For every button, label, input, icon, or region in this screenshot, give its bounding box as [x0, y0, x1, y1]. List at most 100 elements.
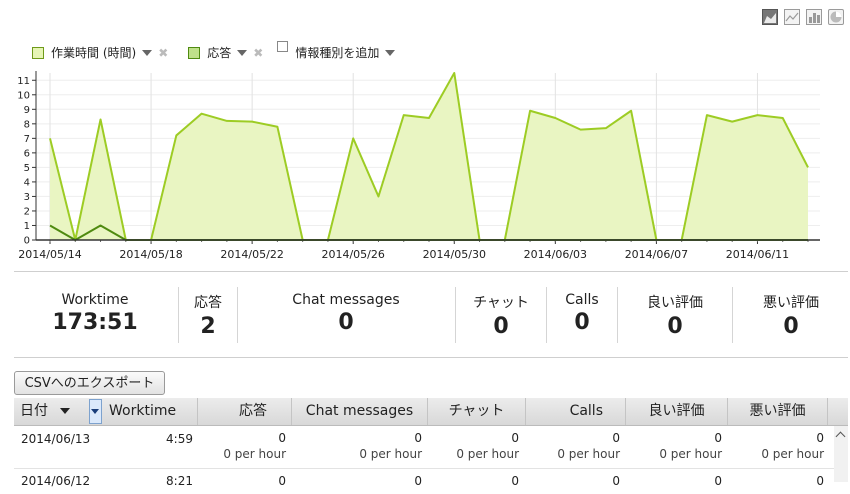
row-date: 2014/06/13	[21, 432, 91, 446]
legend-dropdown-responses-icon[interactable]	[237, 49, 248, 56]
x-tick-label: 2014/05/18	[119, 248, 182, 261]
column-header-chats[interactable]: チャット	[428, 398, 526, 425]
y-tick-label: 2	[24, 206, 30, 217]
cell-rate: 0 per hour	[761, 447, 824, 461]
column-header-calls[interactable]: Calls	[526, 398, 626, 425]
legend-dropdown-worktime-icon[interactable]	[142, 49, 153, 56]
stat-divider	[546, 287, 547, 343]
column-menu-button[interactable]	[89, 399, 102, 424]
legend-remove-responses-icon[interactable]: ✖	[253, 46, 263, 60]
stat-bad-ratings: 悪い評価 0	[734, 285, 848, 343]
stat-label: 良い評価	[647, 295, 703, 311]
add-info-type-dropdown-icon[interactable]	[385, 49, 396, 56]
cell-rate: 0 per hour	[456, 447, 519, 461]
column-header-worktime[interactable]: Worktime	[103, 398, 198, 425]
y-tick-label: 7	[24, 134, 30, 145]
column-header-good-ratings[interactable]: 良い評価	[626, 398, 728, 425]
cell-bad-ratings: 0 0 per hour	[728, 430, 824, 462]
cell-good-ratings: 0	[714, 474, 722, 488]
cell-bad-ratings: 0	[816, 474, 824, 488]
cell-responses: 0 0 per hour	[198, 430, 286, 462]
cell-rate: 0 per hour	[223, 447, 286, 461]
stat-value: 0	[667, 314, 683, 339]
scroll-up-icon[interactable]	[835, 431, 846, 442]
row-date: 2014/06/12	[21, 474, 91, 488]
y-tick-label: 3	[24, 192, 30, 203]
cell-value: 0	[612, 431, 620, 445]
stat-label: Calls	[565, 292, 599, 308]
cell-chats: 0 0 per hour	[428, 430, 519, 462]
y-tick-label: 0	[24, 236, 30, 247]
csv-export-button[interactable]: CSVへのエクスポート	[14, 371, 165, 395]
series-area-worktime	[50, 73, 808, 240]
stat-value: 0	[493, 314, 509, 339]
worktime-area-chart: 0 1 2 3 4 5 6 7 8 9 10 11 2014/05/14 2014/05/18 2014/0…	[17, 71, 820, 261]
column-header-bad-ratings[interactable]: 悪い評価	[728, 398, 828, 425]
row-worktime: 8:21	[166, 474, 193, 488]
stat-calls: Calls 0	[548, 285, 616, 343]
cell-chat-messages: 0 0 per hour	[292, 430, 422, 462]
stat-divider	[732, 287, 733, 343]
cell-value: 0	[278, 431, 286, 445]
legend-label-worktime[interactable]: 作業時間 (時間)	[51, 44, 136, 61]
column-header-chat-messages[interactable]: Chat messages	[292, 398, 428, 425]
x-tick-label: 2014/05/14	[18, 248, 81, 261]
y-tick-label: 9	[24, 105, 30, 116]
y-tick-label: 11	[17, 76, 30, 87]
summary-divider	[14, 357, 848, 358]
cell-value: 0	[714, 431, 722, 445]
area-chart-icon[interactable]	[762, 9, 778, 25]
chevron-down-icon	[91, 409, 99, 414]
column-header-label: 日付	[20, 403, 48, 419]
legend-remove-worktime-icon[interactable]: ✖	[158, 46, 168, 60]
stat-label: チャット	[473, 295, 529, 311]
stat-divider	[178, 287, 179, 343]
table-row[interactable]: 2014/06/13 4:59 0 0 per hour 0 0 per hou…	[14, 430, 834, 469]
stat-chat-messages: Chat messages 0	[239, 285, 453, 343]
cell-value: 0	[414, 431, 422, 445]
stat-label: 悪い評価	[763, 295, 819, 311]
stat-value: 0	[574, 310, 590, 335]
cell-value: 0	[816, 431, 824, 445]
stat-divider	[617, 287, 618, 343]
y-tick-label: 6	[24, 148, 30, 159]
row-worktime: 4:59	[166, 432, 193, 446]
table-scrollbar[interactable]	[834, 426, 848, 482]
stat-chats: チャット 0	[457, 285, 545, 343]
add-info-type-checkbox[interactable]	[277, 41, 289, 52]
x-tick-label: 2014/06/07	[625, 248, 688, 261]
y-tick-label: 5	[24, 163, 30, 174]
cell-calls: 0	[612, 474, 620, 488]
bar-chart-icon[interactable]	[806, 9, 822, 25]
y-tick-label: 8	[24, 119, 30, 130]
cell-chats: 0	[511, 474, 519, 488]
cell-responses: 0	[278, 474, 286, 488]
pie-chart-icon[interactable]	[828, 9, 844, 25]
legend-label-responses[interactable]: 応答	[207, 44, 231, 61]
table-row[interactable]: 2014/06/12 8:21 0 0 0 0 0 0	[14, 474, 834, 494]
add-info-type-label[interactable]: 情報種別を追加	[295, 44, 379, 61]
cell-rate: 0 per hour	[557, 447, 620, 461]
cell-good-ratings: 0 0 per hour	[626, 430, 722, 462]
stat-divider	[237, 287, 238, 343]
column-header-date[interactable]: 日付	[14, 398, 90, 425]
summary-stats: Worktime 173:51 応答 2 Chat messages 0 チャッ…	[14, 285, 848, 343]
stat-label: Worktime	[61, 292, 129, 308]
cell-chat-messages: 0	[414, 474, 422, 488]
x-tick-label: 2014/05/22	[220, 248, 283, 261]
y-tick-label: 4	[24, 177, 30, 188]
stat-label: 応答	[194, 295, 222, 311]
cell-value: 0	[511, 431, 519, 445]
column-header-responses[interactable]: 応答	[198, 398, 292, 425]
chart-legend: 作業時間 (時間) ✖ 応答 ✖ 情報種別を追加	[32, 41, 401, 61]
stat-divider	[455, 287, 456, 343]
line-chart-icon[interactable]	[784, 9, 800, 25]
stat-responses: 応答 2	[180, 285, 236, 343]
stat-value: 0	[783, 314, 799, 339]
x-tick-label: 2014/05/30	[423, 248, 486, 261]
stat-worktime: Worktime 173:51	[14, 285, 176, 343]
stat-value: 0	[338, 310, 354, 335]
stat-value: 173:51	[52, 310, 138, 335]
sort-dropdown-icon[interactable]	[60, 408, 71, 414]
y-tick-label: 10	[17, 90, 30, 101]
